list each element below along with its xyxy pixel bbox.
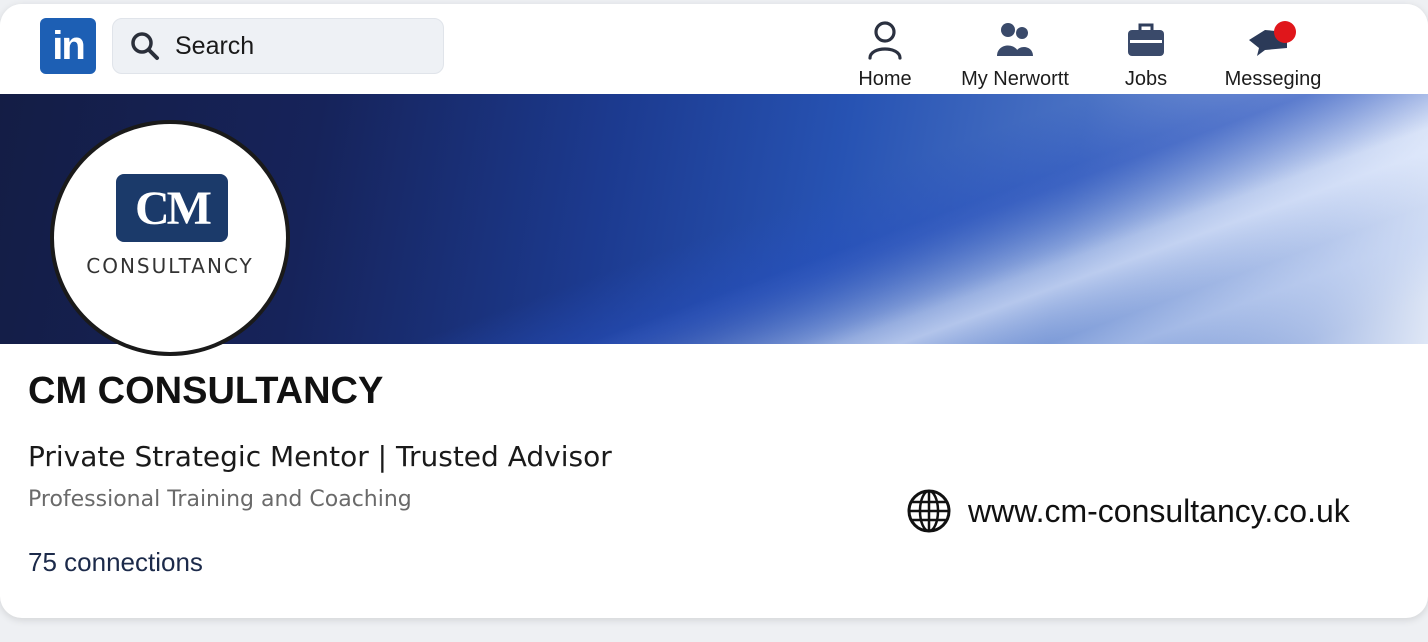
linkedin-logo[interactable]: in — [40, 18, 96, 74]
profile-card: in Home My Nerwortt — [0, 4, 1428, 618]
search-icon — [131, 32, 159, 60]
people-icon — [997, 23, 1033, 56]
profile-avatar[interactable]: CM CONSULTANCY — [50, 120, 290, 356]
cm-logo-text: CM — [135, 181, 212, 235]
cm-logo-subtitle: CONSULTANCY — [86, 254, 254, 278]
nav-my-network-label: My Nerwortt — [961, 68, 1069, 90]
profile-name: CM CONSULTANCY — [28, 370, 384, 412]
nav-messaging[interactable]: Messeging — [1212, 18, 1334, 91]
search-input[interactable] — [175, 31, 415, 61]
globe-icon — [907, 489, 951, 533]
nav-home-label: Home — [858, 68, 912, 90]
connections-link[interactable]: 75 connections — [28, 547, 203, 578]
person-icon — [868, 21, 902, 60]
logo-text: in — [52, 23, 86, 68]
website-url: www.cm-consultancy.co.uk — [968, 492, 1350, 529]
briefcase-icon — [1128, 23, 1164, 56]
profile-headline: Private Strategic Mentor | Trusted Advis… — [28, 440, 612, 473]
nav-my-network[interactable]: My Nerwortt — [946, 18, 1084, 91]
nav-messaging-label: Messeging — [1224, 68, 1322, 90]
search-bar[interactable] — [112, 18, 444, 74]
top-navigation: in Home My Nerwortt — [0, 4, 1428, 94]
nav-home[interactable]: Home — [848, 18, 922, 91]
chat-icon — [1249, 21, 1296, 56]
website-link[interactable]: www.cm-consultancy.co.uk — [906, 488, 1350, 534]
profile-industry: Professional Training and Coaching — [28, 487, 412, 512]
nav-jobs[interactable]: Jobs — [1108, 18, 1184, 91]
nav-jobs-label: Jobs — [1124, 68, 1168, 90]
cm-logo-box: CM — [116, 174, 228, 242]
